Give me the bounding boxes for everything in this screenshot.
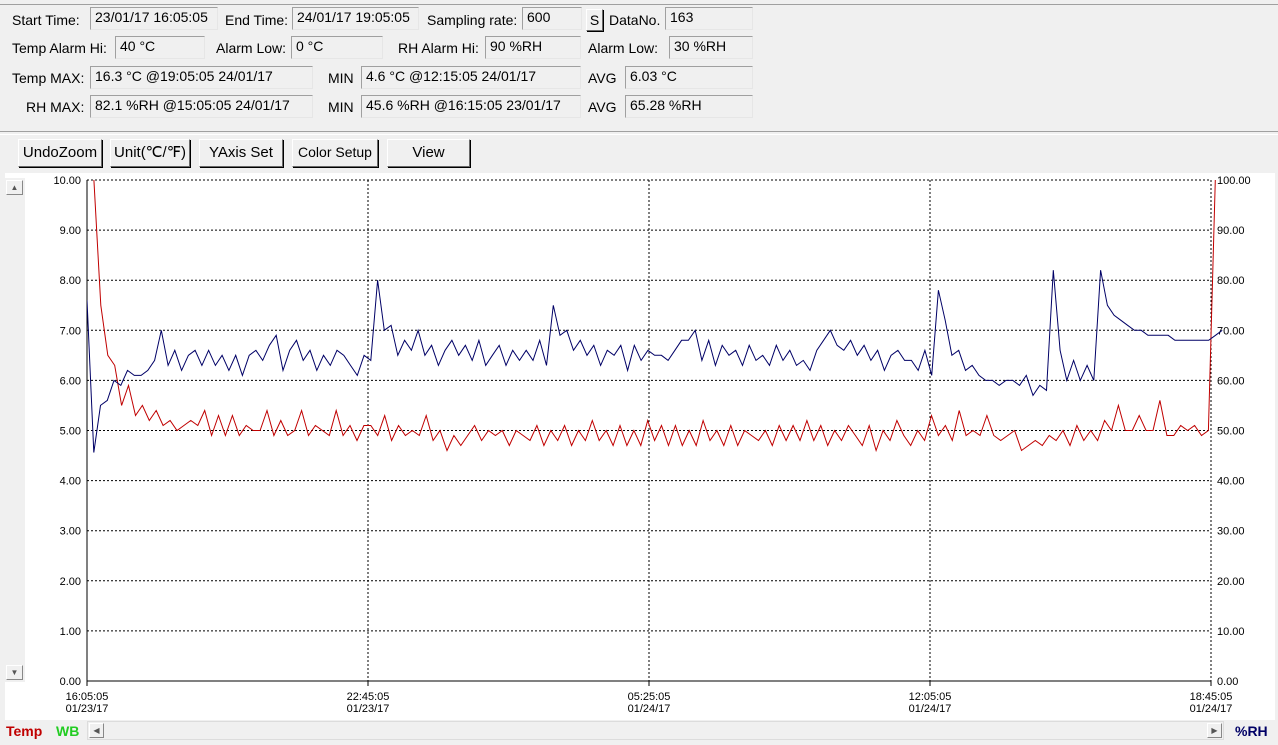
- scroll-right-arrow-icon[interactable]: ▶: [1207, 723, 1222, 738]
- right-y-tick-label: 50.00: [1217, 426, 1245, 438]
- data-no-label: DataNo.: [609, 12, 661, 28]
- x-tick-date: 01/24/17: [1190, 703, 1233, 715]
- legend-wb: WB: [56, 723, 80, 739]
- chart-svg: 0.00 0.00 1.00 10.00 2.00 20.00 3.00 30.00 4.00 4…: [53, 175, 1251, 715]
- chart-area: 0.00 0.00 1.00 10.00 2.00 20.00 3.00 30.00 4.00 4…: [5, 173, 1275, 720]
- rh-max-field: 82.1 %RH @15:05:05 24/01/17: [90, 95, 313, 118]
- rh-min-label: MIN: [328, 99, 354, 115]
- data-no-field: 163: [665, 7, 753, 30]
- left-y-tick-label: 8.00: [60, 275, 81, 287]
- temp-avg-field: 6.03 °C: [625, 66, 753, 89]
- right-y-tick-label: 100.00: [1217, 175, 1251, 187]
- scroll-left-arrow-icon[interactable]: ◀: [89, 723, 104, 738]
- temp-alarm-low-field: 0 °C: [291, 36, 383, 59]
- temp-avg-label: AVG: [588, 70, 617, 86]
- temp-max-label: Temp MAX:: [12, 70, 85, 86]
- x-tick-time: 16:05:05: [66, 691, 109, 703]
- vertical-scrollbar[interactable]: ▲ ▼: [5, 178, 25, 682]
- sampling-rate-label: Sampling rate:: [427, 12, 518, 28]
- yaxis-set-button[interactable]: YAxis Set: [199, 139, 283, 167]
- left-y-tick-label: 1.00: [60, 626, 81, 638]
- x-tick-time: 22:45:05: [347, 691, 390, 703]
- x-tick-time: 12:05:05: [909, 691, 952, 703]
- scroll-down-arrow-icon[interactable]: ▼: [6, 665, 23, 680]
- x-tick-time: 18:45:05: [1190, 691, 1233, 703]
- rh-avg-label: AVG: [588, 99, 617, 115]
- series-line-rh: [87, 270, 1223, 453]
- left-y-tick-label: 10.00: [53, 175, 81, 187]
- temp-min-label: MIN: [328, 70, 354, 86]
- temp-alarm-low-label: Alarm Low:: [216, 40, 287, 56]
- legend-temp: Temp: [6, 723, 43, 739]
- x-tick-date: 01/24/17: [909, 703, 952, 715]
- start-time-field: 23/01/17 16:05:05: [90, 7, 218, 30]
- right-y-tick-label: 40.00: [1217, 476, 1245, 488]
- scroll-up-arrow-icon[interactable]: ▲: [6, 180, 23, 195]
- left-y-tick-label: 5.00: [60, 426, 81, 438]
- x-tick-date: 01/23/17: [66, 703, 109, 715]
- toolbar-divider: [0, 131, 1278, 135]
- left-y-tick-label: 3.00: [60, 526, 81, 538]
- rh-alarm-low-label: Alarm Low:: [588, 40, 659, 56]
- start-time-label: Start Time:: [12, 12, 80, 28]
- right-y-tick-label: 10.00: [1217, 626, 1245, 638]
- sampling-rate-field: 600: [522, 7, 582, 30]
- left-y-tick-label: 4.00: [60, 476, 81, 488]
- left-y-tick-label: 6.00: [60, 375, 81, 387]
- right-y-tick-label: 20.00: [1217, 576, 1245, 588]
- rh-min-field: 45.6 %RH @16:15:05 23/01/17: [361, 95, 581, 118]
- legend-rh: %RH: [1235, 723, 1268, 739]
- temp-min-field: 4.6 °C @12:15:05 24/01/17: [361, 66, 581, 89]
- color-setup-button[interactable]: Color Setup: [292, 139, 378, 167]
- rh-max-label: RH MAX:: [26, 99, 85, 115]
- rh-alarm-hi-field: 90 %RH: [485, 36, 581, 59]
- undo-zoom-button[interactable]: UndoZoom: [18, 139, 102, 167]
- left-y-tick-label: 2.00: [60, 576, 81, 588]
- view-button[interactable]: View: [387, 139, 470, 167]
- rh-alarm-hi-label: RH Alarm Hi:: [398, 40, 479, 56]
- info-panel: Start Time: 23/01/17 16:05:05 End Time: …: [0, 5, 1278, 130]
- right-y-tick-label: 90.00: [1217, 225, 1245, 237]
- temp-alarm-hi-label: Temp Alarm Hi:: [12, 40, 107, 56]
- right-y-tick-label: 80.00: [1217, 275, 1245, 287]
- left-y-tick-label: 0.00: [60, 676, 81, 688]
- temp-alarm-hi-field: 40 °C: [115, 36, 205, 59]
- rh-avg-field: 65.28 %RH: [625, 95, 753, 118]
- temp-max-field: 16.3 °C @19:05:05 24/01/17: [90, 66, 313, 89]
- right-y-tick-label: 30.00: [1217, 526, 1245, 538]
- end-time-field: 24/01/17 19:05:05: [292, 7, 419, 30]
- horizontal-scrollbar[interactable]: ◀ ▶: [87, 721, 1224, 740]
- rh-alarm-low-field: 30 %RH: [669, 36, 753, 59]
- series-line-temp: [93, 180, 1216, 453]
- right-y-tick-label: 0.00: [1217, 676, 1238, 688]
- end-time-label: End Time:: [225, 12, 289, 28]
- s-button[interactable]: S: [586, 9, 603, 31]
- x-tick-date: 01/23/17: [347, 703, 390, 715]
- left-y-tick-label: 7.00: [60, 325, 81, 337]
- x-tick-time: 05:25:05: [628, 691, 671, 703]
- x-tick-date: 01/24/17: [628, 703, 671, 715]
- right-y-tick-label: 60.00: [1217, 375, 1245, 387]
- left-y-tick-label: 9.00: [60, 225, 81, 237]
- unit-button[interactable]: Unit(℃/℉): [110, 139, 190, 167]
